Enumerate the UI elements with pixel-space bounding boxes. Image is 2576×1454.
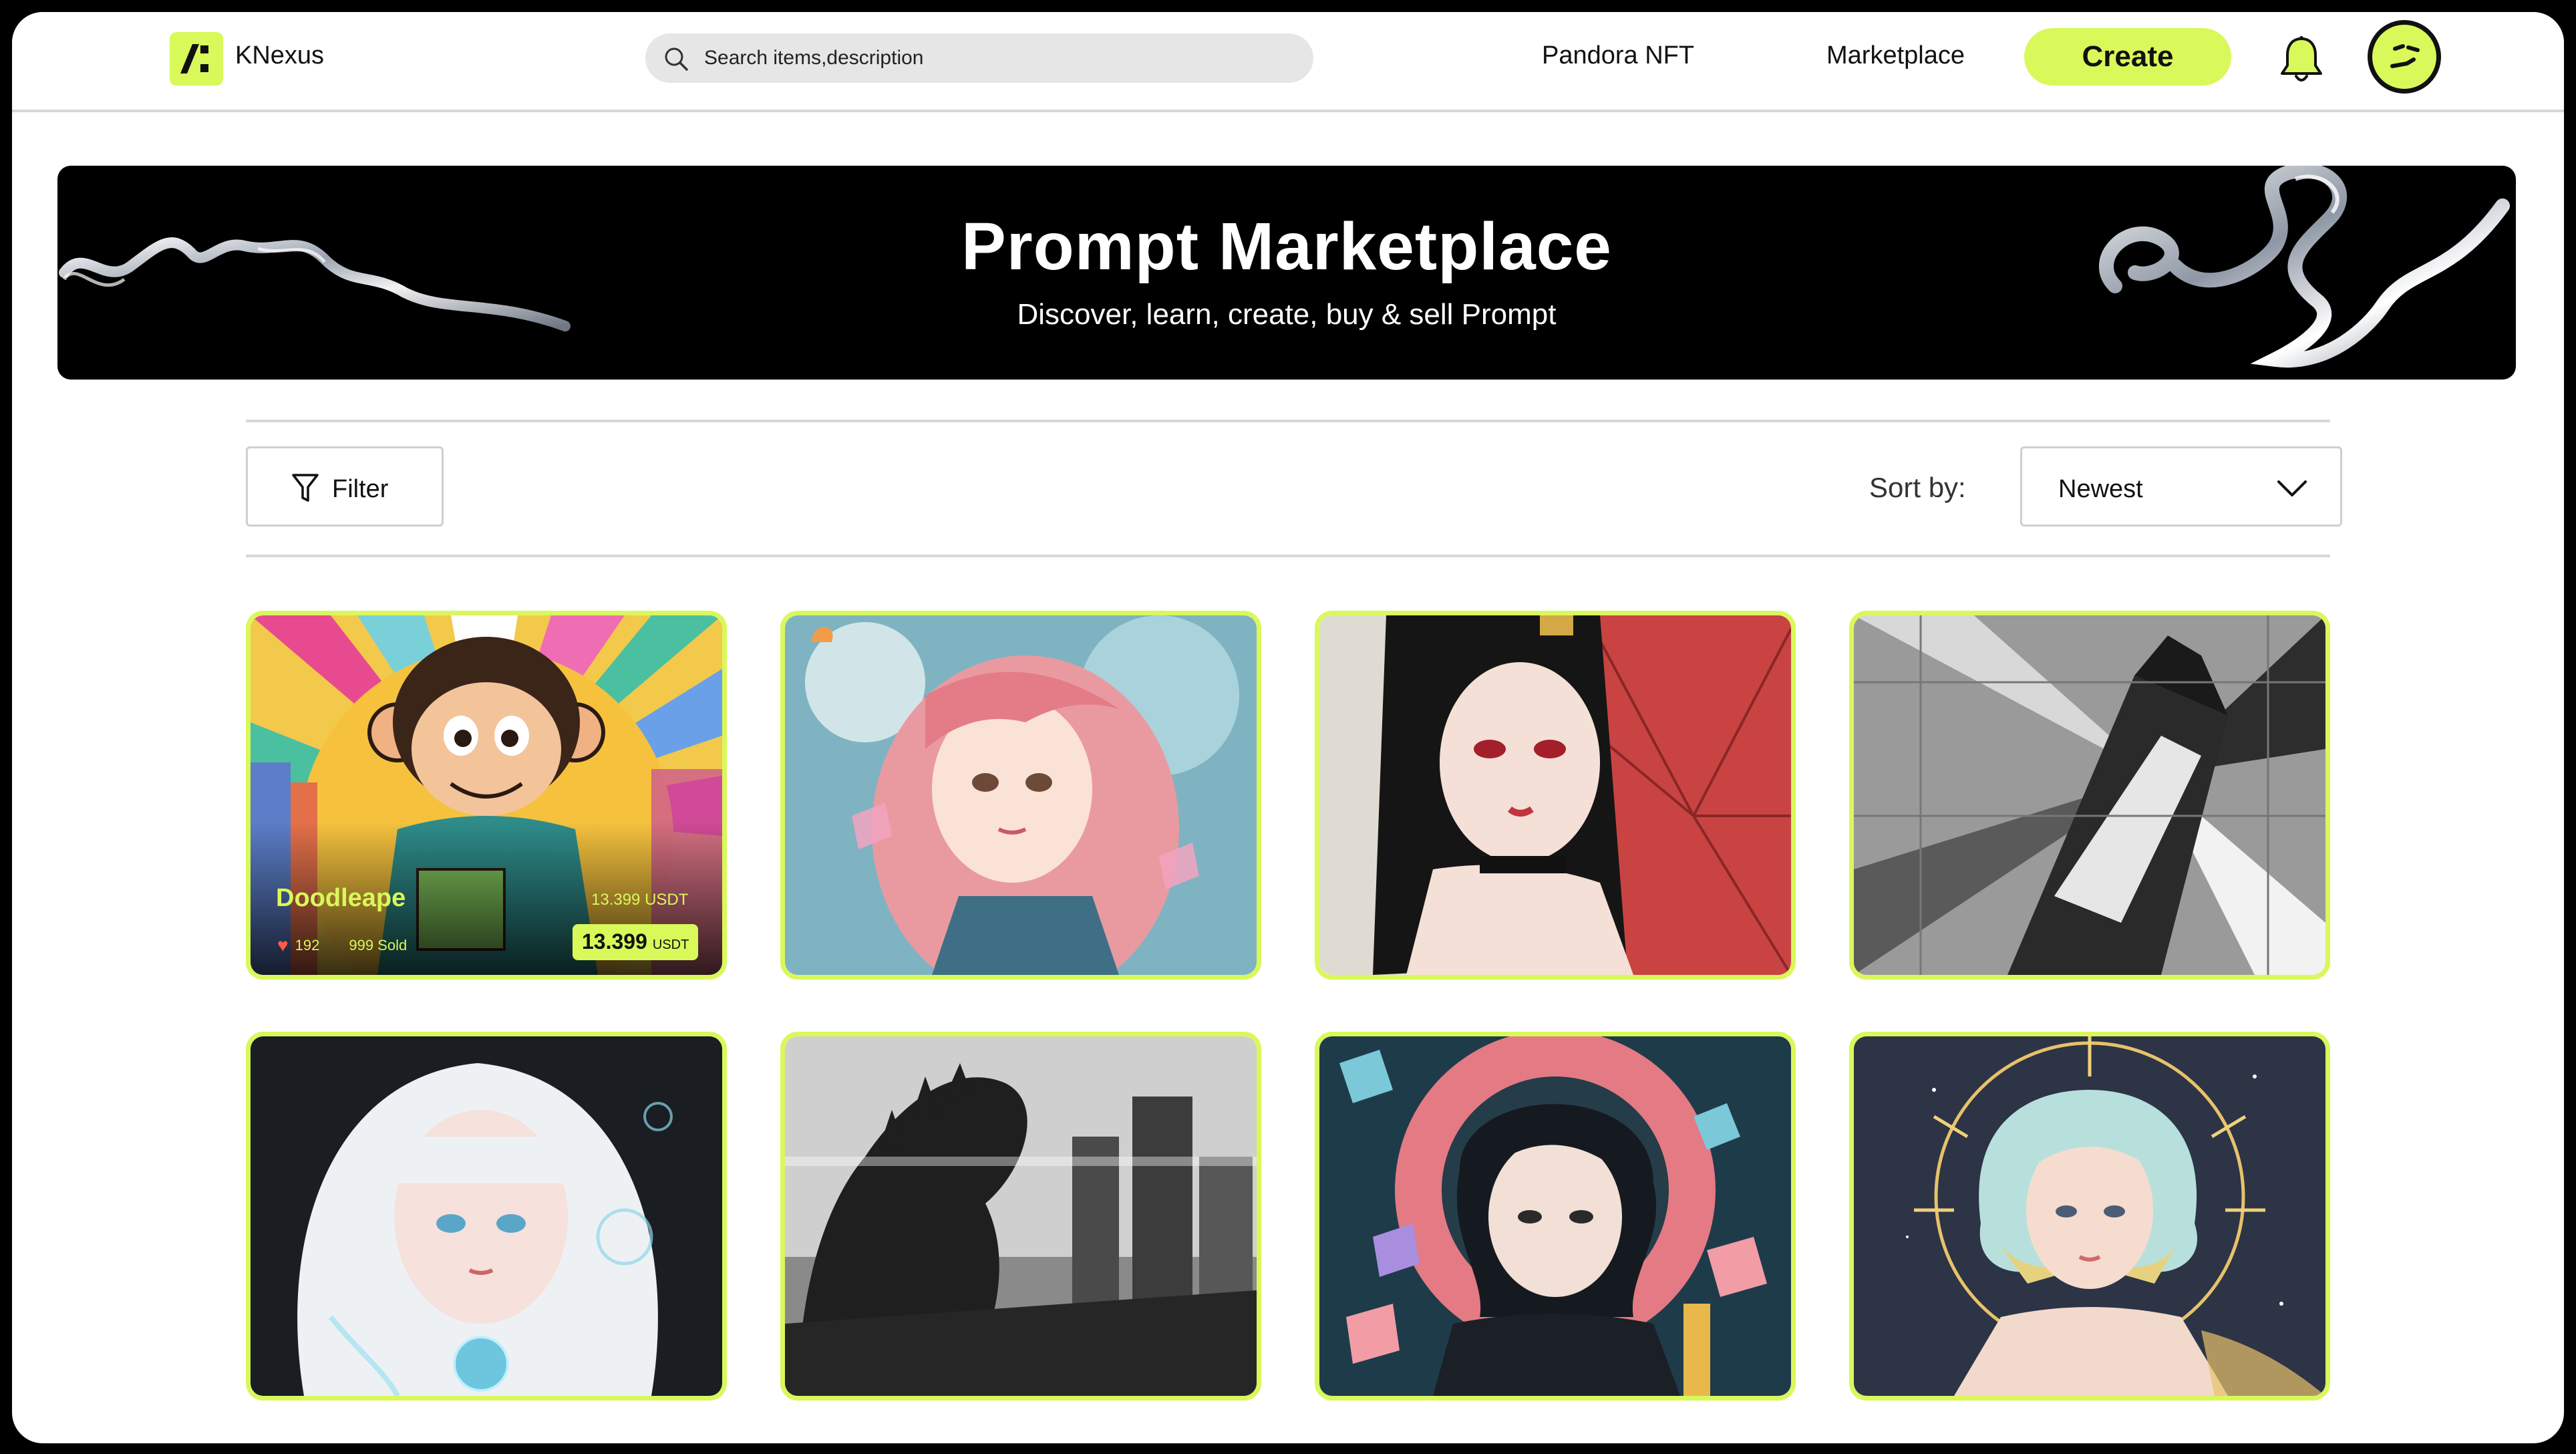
prompt-card[interactable]	[1315, 611, 1796, 980]
filter-button[interactable]: Filter	[246, 446, 444, 527]
prompt-card[interactable]	[780, 1032, 1261, 1401]
price-badge[interactable]: 13.399 USDT	[573, 924, 699, 960]
heart-icon[interactable]: ♥	[277, 935, 289, 956]
card-stats: ♥ 192 999 Sold	[277, 935, 407, 956]
search-icon	[665, 47, 688, 71]
search-input[interactable]	[704, 33, 1292, 83]
prompt-card[interactable]: Doodleape 13.399 USDT ♥ 192 999 Sold 13.…	[246, 611, 727, 980]
price-value: 13.399	[582, 929, 647, 954]
umbrella-girl-artwork-image	[1319, 615, 1791, 975]
card-title: Doodleape	[276, 884, 406, 912]
sort-label: Sort by:	[1869, 472, 1966, 503]
divider-bottom	[246, 555, 2330, 557]
card-price-label: 13.399 USDT	[591, 891, 689, 909]
filter-icon	[292, 474, 319, 502]
pink-haired-girl-artwork-image	[785, 615, 1257, 975]
prompt-card[interactable]	[246, 1032, 727, 1401]
logo-icon[interactable]	[170, 32, 223, 86]
prompt-card[interactable]	[1315, 1032, 1796, 1401]
search-bar[interactable]	[645, 33, 1313, 83]
hero-banner: Prompt Marketplace Discover, learn, crea…	[57, 166, 2516, 380]
prompt-card[interactable]	[780, 611, 1261, 980]
cube-boy-artwork-image	[1319, 1036, 1791, 1396]
prompt-card[interactable]	[1849, 1032, 2330, 1401]
top-navbar: KNexus Pandora NFT Marketplace Create	[12, 12, 2564, 112]
sort-selected-value: Newest	[2058, 475, 2143, 503]
bell-icon[interactable]	[2278, 35, 2325, 86]
prompt-card[interactable]	[1849, 611, 2330, 980]
like-count: 192	[295, 937, 320, 954]
nav-link-marketplace[interactable]: Marketplace	[1826, 41, 1965, 70]
halo-girl-artwork-image	[1854, 1036, 2325, 1396]
chevron-down-icon	[2277, 480, 2307, 496]
user-avatar[interactable]	[2368, 20, 2441, 94]
sold-count: 999 Sold	[349, 937, 408, 954]
monster-city-artwork-image	[785, 1036, 1257, 1396]
white-haired-girl-artwork-image	[251, 1036, 722, 1396]
app-window: KNexus Pandora NFT Marketplace Create	[12, 12, 2564, 1443]
tower-artwork-image	[1854, 615, 2325, 975]
divider-top	[246, 420, 2330, 422]
price-currency: USDT	[652, 937, 689, 952]
chrome-swirl-right-decoration	[2099, 166, 2510, 368]
nav-link-pandora-nft[interactable]: Pandora NFT	[1542, 41, 1694, 70]
sort-dropdown[interactable]: Newest	[2020, 446, 2342, 527]
filter-label: Filter	[332, 475, 389, 503]
create-button[interactable]: Create	[2024, 28, 2231, 86]
brand-name[interactable]: KNexus	[235, 41, 324, 70]
